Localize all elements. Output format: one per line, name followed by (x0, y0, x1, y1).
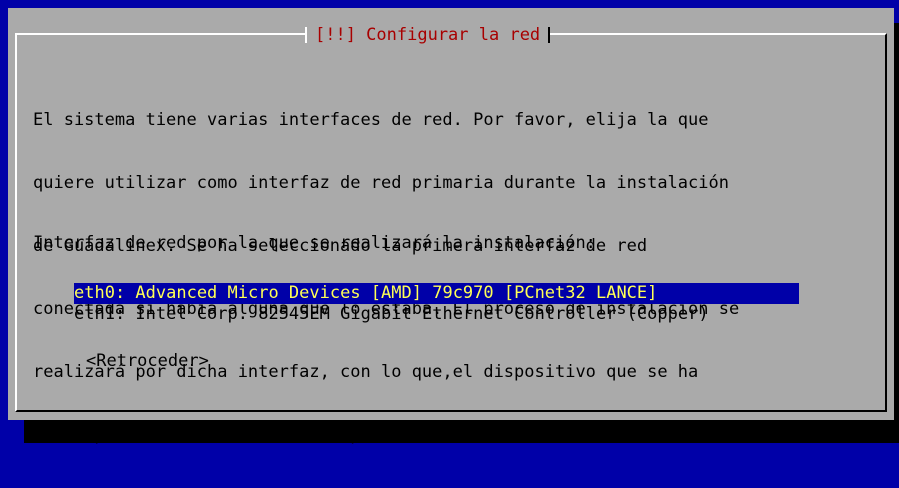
interface-prompt: Interfaz de red por la que se realizará … (33, 233, 596, 253)
interface-list[interactable]: eth0: Advanced Micro Devices [AMD] 79c97… (74, 283, 799, 325)
back-button[interactable]: <Retroceder> (86, 351, 209, 372)
network-config-dialog: [!!] Configurar la red El sistema tiene … (8, 8, 894, 445)
interface-option-eth0[interactable]: eth0: Advanced Micro Devices [AMD] 79c97… (74, 283, 799, 304)
dialog-title: [!!] Configurar la red (305, 24, 551, 46)
interface-option-eth1[interactable]: eth1: Intel Corp. 82545EM Gigabit Ethern… (74, 304, 799, 325)
description-line: El sistema tiene varias interfaces de re… (33, 110, 709, 130)
description-line: quiere utilizar como interfaz de red pri… (33, 173, 729, 193)
dialog-description: El sistema tiene varias interfaces de re… (33, 68, 873, 488)
